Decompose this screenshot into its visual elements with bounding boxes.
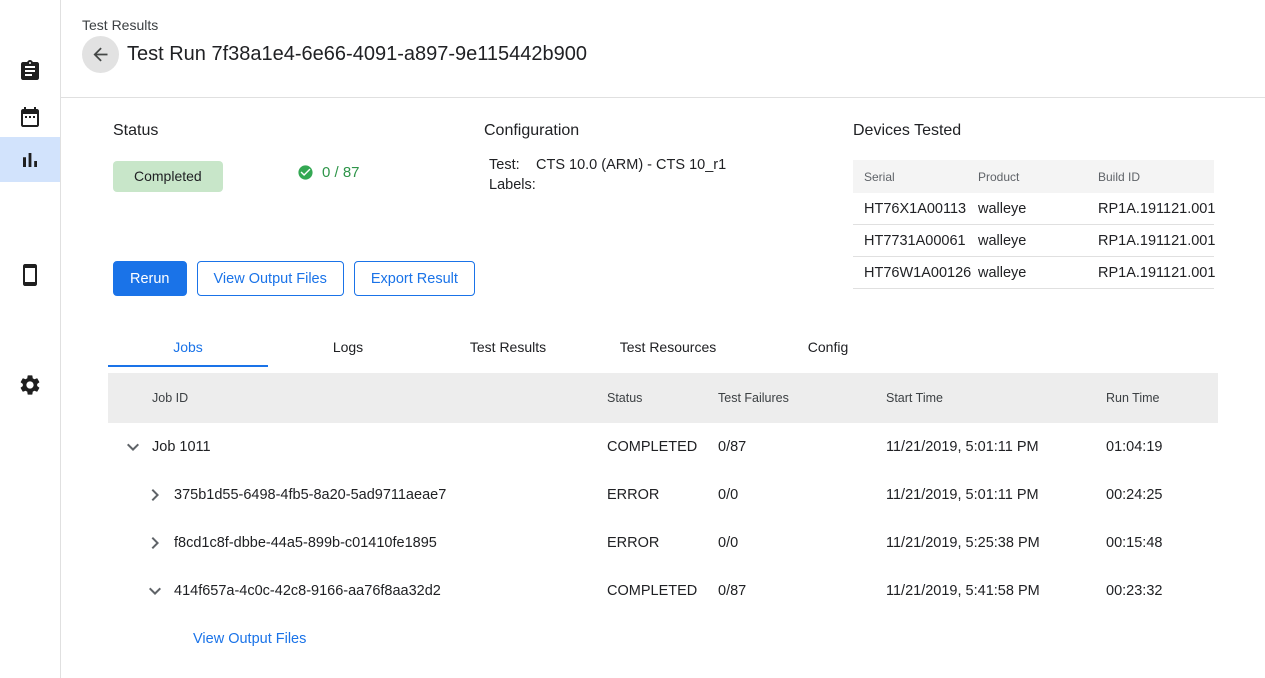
page-title: Test Run 7f38a1e4-6e66-4091-a897-9e11544… — [127, 43, 587, 66]
status-heading: Status — [113, 122, 158, 140]
tab-jobs[interactable]: Jobs — [108, 328, 268, 367]
action-buttons: Rerun View Output Files Export Result — [113, 261, 475, 296]
breadcrumb: Test Results — [82, 17, 1265, 33]
job-id: 414f657a-4c0c-42c8-9166-aa76f8aa32d2 — [174, 583, 441, 599]
page-header: Test Results Test Run 7f38a1e4-6e66-4091… — [61, 0, 1265, 98]
job-id: f8cd1c8f-dbbe-44a5-899b-c01410fe1895 — [174, 535, 437, 551]
devices-tested-heading: Devices Tested — [853, 122, 961, 140]
export-result-button[interactable]: Export Result — [354, 261, 475, 296]
rerun-button[interactable]: Rerun — [113, 261, 187, 296]
device-serial: HT7731A00061 — [864, 233, 978, 249]
bar-chart-icon — [18, 148, 42, 172]
device-row: HT76X1A00113 walleye RP1A.191121.001 — [853, 193, 1214, 225]
column-header-start-time: Start Time — [886, 391, 1106, 405]
config-row-labels: Labels: — [489, 175, 726, 195]
device-serial: HT76W1A00126 — [864, 265, 978, 281]
job-id: 375b1d55-6498-4fb5-8a20-5ad9711aeae7 — [174, 487, 446, 503]
devices-table: Serial Product Build ID HT76X1A00113 wal… — [853, 160, 1214, 289]
device-product: walleye — [978, 265, 1098, 281]
job-start-time: 11/21/2019, 5:01:11 PM — [886, 439, 1106, 455]
job-row: f8cd1c8f-dbbe-44a5-899b-c01410fe1895 ERR… — [108, 519, 1218, 567]
sidebar-item-plans[interactable] — [0, 94, 60, 139]
job-test-failures: 0/87 — [718, 439, 886, 455]
gear-icon — [18, 373, 42, 397]
sidebar-item-test-results[interactable] — [0, 137, 60, 182]
chevron-down-icon[interactable] — [143, 579, 167, 603]
view-output-files-link[interactable]: View Output Files — [193, 631, 306, 647]
config-label: Labels: — [489, 175, 536, 195]
tab-config[interactable]: Config — [748, 328, 908, 367]
device-row: HT7731A00061 walleye RP1A.191121.001 — [853, 225, 1214, 257]
column-header-serial: Serial — [864, 170, 978, 184]
content: Status Completed 0 / 87 Configuration Te… — [61, 98, 1265, 678]
view-output-files-button[interactable]: View Output Files — [197, 261, 344, 296]
job-start-time: 11/21/2019, 5:25:38 PM — [886, 535, 1106, 551]
job-test-failures: 0/0 — [718, 487, 886, 503]
chevron-right-icon[interactable] — [143, 531, 167, 555]
jobs-table: Job ID Status Test Failures Start Time R… — [108, 373, 1218, 663]
calendar-icon — [18, 105, 42, 129]
tab-test-resources[interactable]: Test Resources — [588, 328, 748, 367]
app: Test Results Test Run 7f38a1e4-6e66-4091… — [0, 0, 1265, 678]
job-start-time: 11/21/2019, 5:41:58 PM — [886, 583, 1106, 599]
job-status: ERROR — [607, 535, 718, 551]
device-build-id: RP1A.191121.001 — [1098, 201, 1215, 217]
clipboard-icon — [18, 59, 42, 83]
device-build-id: RP1A.191121.001 — [1098, 233, 1215, 249]
job-run-time: 01:04:19 — [1106, 439, 1218, 455]
main-panel: Test Results Test Run 7f38a1e4-6e66-4091… — [61, 0, 1265, 678]
tab-bar: Jobs Logs Test Results Test Resources Co… — [108, 328, 908, 367]
job-row: Job 1011 COMPLETED 0/87 11/21/2019, 5:01… — [108, 423, 1218, 471]
tab-test-results[interactable]: Test Results — [428, 328, 588, 367]
sidebar-item-settings[interactable] — [0, 362, 60, 407]
device-build-id: RP1A.191121.001 — [1098, 265, 1215, 281]
job-status: COMPLETED — [607, 439, 718, 455]
column-header-status: Status — [607, 391, 718, 405]
column-header-build-id: Build ID — [1098, 170, 1214, 184]
job-start-time: 11/21/2019, 5:01:11 PM — [886, 487, 1106, 503]
configuration-details: Test: CTS 10.0 (ARM) - CTS 10_r1 Labels: — [489, 155, 726, 195]
job-status: ERROR — [607, 487, 718, 503]
tab-logs[interactable]: Logs — [268, 328, 428, 367]
failed-total-count: 0 / 87 — [322, 164, 360, 181]
arrow-back-icon — [90, 44, 111, 65]
job-run-time: 00:24:25 — [1106, 487, 1218, 503]
device-row: HT76W1A00126 walleye RP1A.191121.001 — [853, 257, 1214, 289]
config-row-test: Test: CTS 10.0 (ARM) - CTS 10_r1 — [489, 155, 726, 175]
device-product: walleye — [978, 201, 1098, 217]
configuration-heading: Configuration — [484, 122, 579, 140]
sidebar — [0, 0, 61, 678]
check-circle-icon — [297, 164, 314, 181]
column-header-run-time: Run Time — [1106, 391, 1218, 405]
chevron-down-icon[interactable] — [121, 435, 145, 459]
jobs-table-header: Job ID Status Test Failures Start Time R… — [108, 373, 1218, 423]
job-run-time: 00:15:48 — [1106, 535, 1218, 551]
chevron-right-icon[interactable] — [143, 483, 167, 507]
job-expanded-content: View Output Files — [108, 615, 1218, 663]
job-status: COMPLETED — [607, 583, 718, 599]
status-badge: Completed — [113, 161, 223, 192]
job-id: Job 1011 — [152, 439, 211, 455]
config-label: Test: — [489, 155, 536, 175]
column-header-product: Product — [978, 170, 1098, 184]
sidebar-item-devices[interactable] — [0, 252, 60, 297]
job-row: 414f657a-4c0c-42c8-9166-aa76f8aa32d2 COM… — [108, 567, 1218, 615]
sidebar-item-tests[interactable] — [0, 48, 60, 93]
job-row: 375b1d55-6498-4fb5-8a20-5ad9711aeae7 ERR… — [108, 471, 1218, 519]
devices-table-header: Serial Product Build ID — [853, 160, 1214, 193]
smartphone-icon — [18, 263, 42, 287]
job-run-time: 00:23:32 — [1106, 583, 1218, 599]
device-product: walleye — [978, 233, 1098, 249]
device-serial: HT76X1A00113 — [864, 201, 978, 217]
job-test-failures: 0/87 — [718, 583, 886, 599]
config-value: CTS 10.0 (ARM) - CTS 10_r1 — [536, 155, 726, 175]
job-test-failures: 0/0 — [718, 535, 886, 551]
column-header-test-failures: Test Failures — [718, 391, 886, 405]
back-button[interactable] — [82, 36, 119, 73]
column-header-job-id: Job ID — [108, 391, 607, 405]
status-result-count: 0 / 87 — [297, 164, 360, 181]
